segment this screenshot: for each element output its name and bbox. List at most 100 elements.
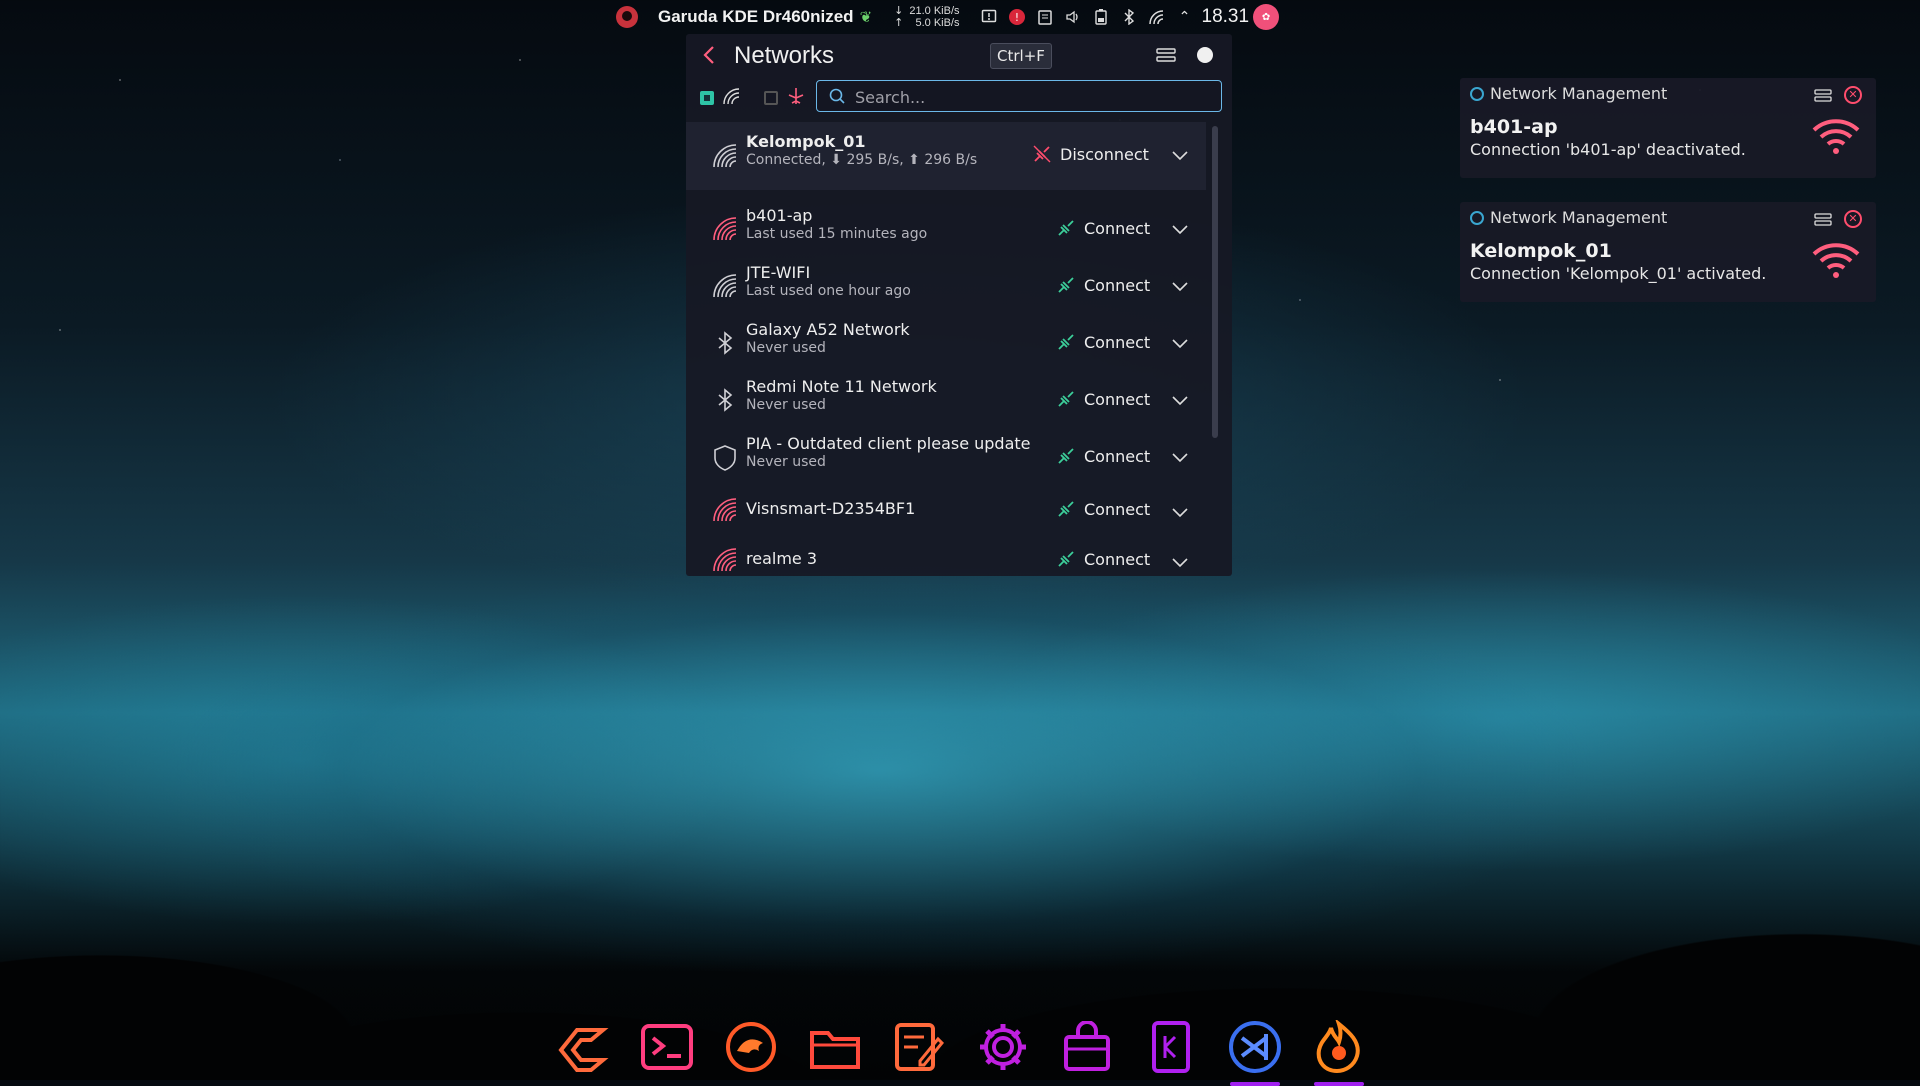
- update-alert-icon[interactable]: !: [1008, 8, 1026, 26]
- tray-expand-icon[interactable]: ⌃: [1176, 8, 1194, 26]
- wifi-icon: [1812, 118, 1860, 160]
- chevron-down-icon[interactable]: [1172, 277, 1188, 296]
- scrollbar[interactable]: [1212, 126, 1218, 438]
- leaf-icon: ❦: [859, 8, 873, 26]
- search-icon: [829, 88, 845, 108]
- network-status: Never used: [746, 454, 826, 470]
- connect-button[interactable]: Connect: [1056, 389, 1150, 409]
- connect-label: Connect: [1084, 332, 1151, 352]
- network-speed-widget[interactable]: ↓ ↑ 21.0 KiB/s 5.0 KiB/s: [894, 4, 960, 30]
- notification-title: Kelompok_01: [1470, 240, 1612, 262]
- chevron-down-icon[interactable]: [1172, 146, 1188, 165]
- network-status: Never used: [746, 340, 826, 356]
- speed-arrows-icon: ↓ ↑: [894, 4, 904, 29]
- notification-card[interactable]: Network Management ✕ Kelompok_01 Connect…: [1460, 202, 1876, 302]
- software-store-icon[interactable]: [1056, 1016, 1118, 1078]
- network-row[interactable]: Kelompok_01 Connected, ⬇ 295 B/s, ⬆ 296 …: [686, 122, 1206, 190]
- wifi-enabled-checkbox[interactable]: [700, 91, 714, 105]
- bluetooth-icon[interactable]: [1120, 8, 1138, 26]
- garuda-icon[interactable]: [552, 1016, 614, 1078]
- disconnect-button[interactable]: Disconnect: [1032, 144, 1149, 164]
- wifi-icon: [1812, 242, 1860, 284]
- top-panel: Garuda KDE Dr460nized ❦ ↓ ↑ 21.0 KiB/s 5.…: [600, 0, 1320, 34]
- close-icon[interactable]: ✕: [1844, 86, 1862, 104]
- volume-icon[interactable]: [1064, 8, 1082, 26]
- connect-label: Connect: [1084, 549, 1151, 569]
- network-name: PIA - Outdated client please update: [746, 434, 1031, 453]
- dock: [552, 1016, 1370, 1086]
- close-icon[interactable]: ✕: [1844, 210, 1862, 228]
- chevron-down-icon[interactable]: [1172, 391, 1188, 410]
- text-editor-icon[interactable]: [888, 1016, 950, 1078]
- network-list: Kelompok_01 Connected, ⬇ 295 B/s, ⬆ 296 …: [686, 122, 1206, 583]
- notification-card[interactable]: Network Management ✕ b401-ap Connection …: [1460, 78, 1876, 178]
- search-field[interactable]: [816, 80, 1222, 112]
- clock[interactable]: 18.31: [1202, 6, 1250, 28]
- kde-connect-icon[interactable]: [1140, 1016, 1202, 1078]
- configure-icon[interactable]: [1814, 88, 1832, 107]
- battery-icon[interactable]: [1092, 8, 1110, 26]
- wifi-icon: [712, 216, 738, 242]
- upload-speed: 5.0 KiB/s: [915, 17, 960, 29]
- download-speed: 21.0 KiB/s: [909, 5, 960, 17]
- bluetooth-icon: [712, 387, 738, 413]
- firedragon-icon[interactable]: [1308, 1016, 1370, 1086]
- settings-icon[interactable]: [972, 1016, 1034, 1078]
- notification-app-name: Network Management: [1490, 208, 1668, 227]
- files-icon[interactable]: [804, 1016, 866, 1078]
- notification-body: Connection 'Kelompok_01' activated.: [1470, 264, 1767, 283]
- network-name: Redmi Note 11 Network: [746, 377, 937, 396]
- wifi-icon: [712, 497, 738, 523]
- connect-button[interactable]: Connect: [1056, 275, 1150, 295]
- network-row[interactable]: PIA - Outdated client please update Neve…: [686, 428, 1206, 485]
- airplane-mode-icon[interactable]: [786, 87, 806, 109]
- connect-button[interactable]: Connect: [1056, 218, 1150, 238]
- network-row[interactable]: b401-ap Last used 15 minutes ago Connect: [686, 200, 1206, 257]
- user-avatar[interactable]: ✿: [1253, 4, 1280, 30]
- connect-button[interactable]: Connect: [1056, 499, 1150, 519]
- network-name: b401-ap: [746, 206, 813, 225]
- network-status: Last used one hour ago: [746, 283, 911, 299]
- connect-label: Connect: [1084, 389, 1151, 409]
- network-row[interactable]: Visnsmart-D2354BF1 Connect: [686, 485, 1206, 535]
- pin-icon[interactable]: [1197, 47, 1213, 63]
- chevron-down-icon[interactable]: [1172, 553, 1188, 572]
- popup-title: Networks: [734, 42, 835, 69]
- connect-label: Connect: [1084, 218, 1151, 238]
- network-row[interactable]: Redmi Note 11 Network Never used Connect: [686, 371, 1206, 428]
- connect-label: Connect: [1084, 499, 1151, 519]
- connect-button[interactable]: Connect: [1056, 332, 1150, 352]
- garuda-logo-icon[interactable]: [616, 6, 638, 28]
- chevron-down-icon[interactable]: [1172, 448, 1188, 467]
- disconnect-label: Disconnect: [1060, 144, 1149, 164]
- connect-button[interactable]: Connect: [1056, 549, 1150, 569]
- configure-icon[interactable]: [1156, 47, 1176, 67]
- network-status: Connected, ⬇ 295 B/s, ⬆ 296 B/s: [746, 152, 978, 168]
- connect-label: Connect: [1084, 275, 1151, 295]
- connect-icon: [1058, 551, 1074, 567]
- vscode-icon[interactable]: [1224, 1016, 1286, 1086]
- connect-button[interactable]: Connect: [1056, 446, 1150, 466]
- clipboard-icon[interactable]: [1036, 8, 1054, 26]
- network-row[interactable]: Galaxy A52 Network Never used Connect: [686, 314, 1206, 371]
- airplane-mode-checkbox[interactable]: [764, 91, 778, 105]
- network-name: JTE-WIFI: [746, 263, 811, 282]
- chevron-down-icon[interactable]: [1172, 503, 1188, 522]
- network-row[interactable]: realme 3 Connect: [686, 535, 1206, 583]
- notifications-icon[interactable]: [980, 8, 998, 26]
- terminal-icon[interactable]: [636, 1016, 698, 1078]
- search-input[interactable]: [853, 85, 1207, 109]
- bluetooth-icon: [712, 330, 738, 356]
- network-tray-icon[interactable]: [1148, 8, 1166, 26]
- active-window-title: Garuda KDE Dr460nized: [658, 7, 854, 26]
- networks-popup: Networks Ctrl+F Kelompok_01 Con: [686, 34, 1232, 576]
- network-management-icon: [1470, 210, 1484, 225]
- configure-icon[interactable]: [1814, 212, 1832, 231]
- wifi-toggle-icon[interactable]: [722, 87, 742, 109]
- network-row[interactable]: JTE-WIFI Last used one hour ago Connect: [686, 257, 1206, 314]
- chevron-down-icon[interactable]: [1172, 220, 1188, 239]
- back-arrow-icon[interactable]: [702, 44, 716, 72]
- garuda-welcome-icon[interactable]: [720, 1016, 782, 1078]
- system-tray: ! ⌃: [980, 8, 1194, 26]
- chevron-down-icon[interactable]: [1172, 334, 1188, 353]
